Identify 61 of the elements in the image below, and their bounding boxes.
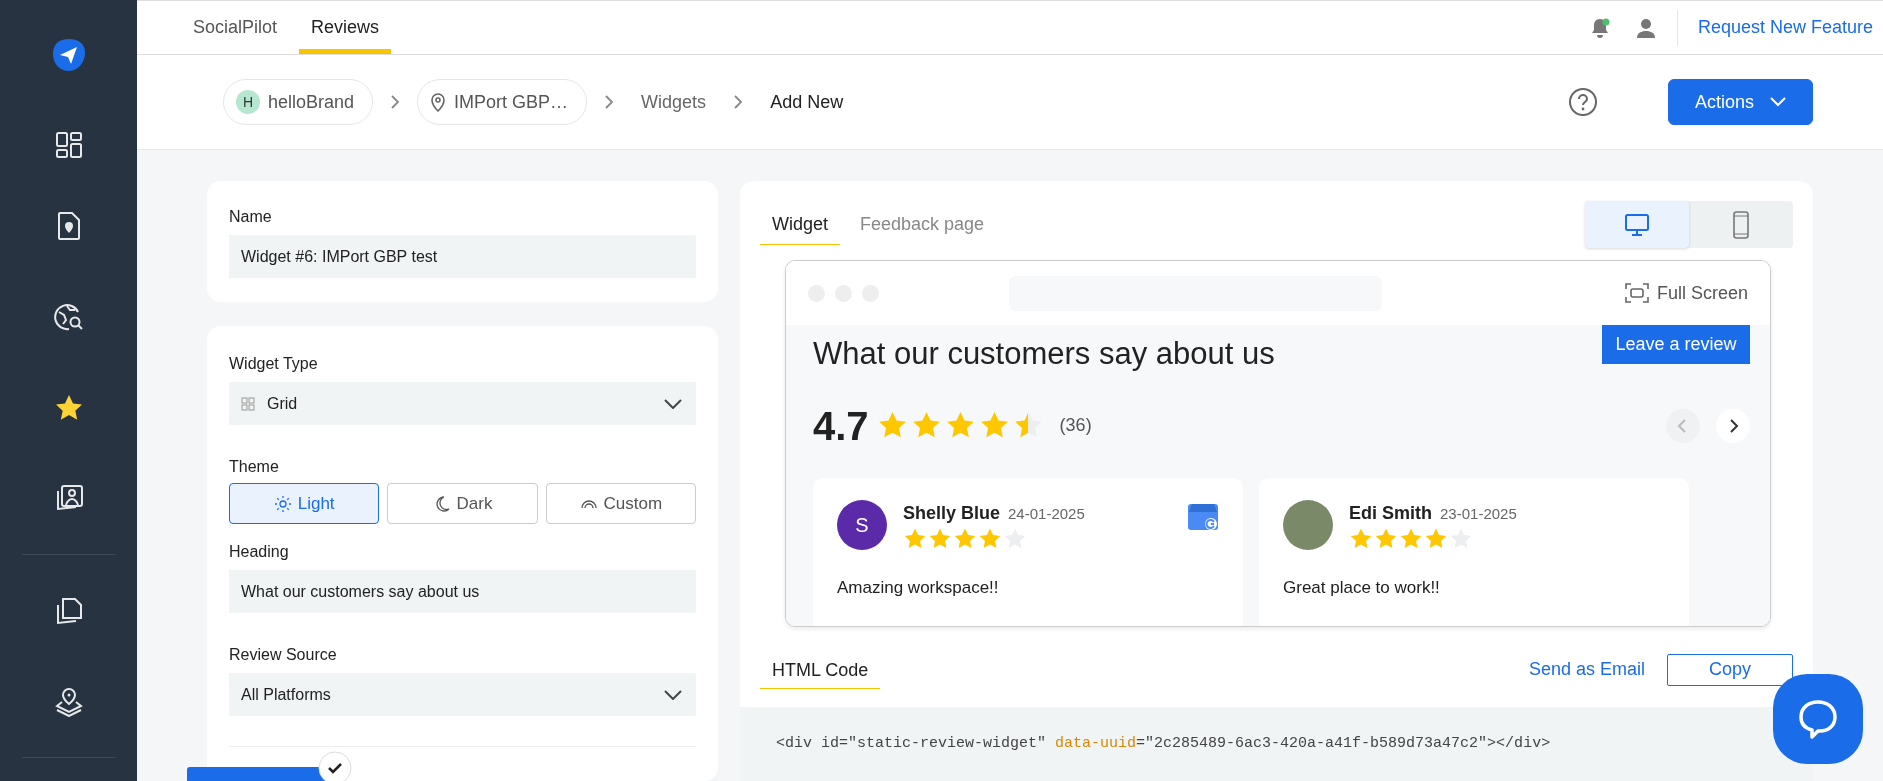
code-snippet: <div id="static-review-widget" data-uuid="2c285489-6ac3-420a-a41f-b589d73a47c2"></div>	[776, 734, 1551, 752]
heading-input[interactable]: What our customers say about us	[229, 570, 696, 613]
full-screen-icon[interactable]	[1624, 283, 1649, 303]
field-label: Name	[229, 207, 273, 227]
name-input[interactable]: Widget #6: IMPort GBP test	[229, 235, 696, 278]
grid-icon	[241, 396, 255, 411]
chat-icon	[1796, 697, 1840, 741]
chevron-right-icon	[732, 94, 745, 110]
send-email-link[interactable]: Send as Email	[1528, 656, 1645, 683]
request-feature-link[interactable]: Request New Feature	[1697, 14, 1873, 41]
phone-icon	[1732, 210, 1750, 239]
field-label: Review Source	[229, 645, 338, 665]
avatar-photo-placeholder	[1283, 499, 1333, 550]
brand-selector[interactable]: H helloBrand	[223, 79, 374, 125]
reviewer-name: Shelly Blue	[903, 501, 1001, 525]
theme-option[interactable]: Dark	[387, 483, 538, 524]
review-count: (36)	[1059, 414, 1092, 437]
copy-button[interactable]: Copy	[1667, 653, 1793, 686]
location-selector[interactable]: IMPort GBP…	[417, 79, 588, 125]
actions-button[interactable]: Actions	[1667, 79, 1813, 125]
field-label: Widget Type	[229, 354, 319, 374]
chevron-down-icon	[664, 689, 682, 700]
widget-heading: What our customers say about us	[813, 335, 1275, 373]
logo-icon[interactable]	[50, 37, 87, 73]
chevron-right-icon	[389, 94, 402, 110]
desktop-view-button[interactable]	[1585, 201, 1689, 248]
chevron-down-icon	[664, 398, 682, 409]
full-screen-link[interactable]: Full Screen	[1656, 279, 1748, 307]
location-pin-icon	[430, 92, 447, 112]
review-date: 24-01-2025	[1008, 503, 1085, 524]
chevron-down-icon	[1770, 97, 1786, 107]
top-tab[interactable]: Reviews	[299, 1, 392, 54]
html-code-tab[interactable]: HTML Code	[760, 650, 881, 689]
monitor-icon	[1624, 212, 1650, 237]
preview-tab[interactable]: Feedback page	[848, 204, 997, 245]
chevron-right-icon	[603, 94, 616, 110]
bottom-button[interactable]	[187, 767, 327, 781]
rating-value: 4.7	[813, 402, 869, 450]
globe-search-icon[interactable]	[53, 301, 84, 332]
review-text: Amazing workspace!!	[837, 576, 1000, 599]
review-source-select[interactable]: All Platforms	[229, 673, 696, 716]
help-icon[interactable]	[1567, 87, 1598, 117]
dashboard-icon[interactable]	[53, 130, 84, 160]
widget-type-select[interactable]: Grid	[229, 382, 696, 425]
user-icon[interactable]	[1634, 16, 1657, 39]
top-tab[interactable]: SocialPilot	[181, 1, 290, 54]
sun-icon	[273, 494, 292, 513]
field-label: Heading	[229, 542, 290, 562]
breadcrumb-link[interactable]: Widgets	[641, 88, 707, 116]
preview-tab[interactable]: Widget	[760, 204, 841, 245]
field-label: Theme	[229, 457, 280, 477]
leave-review-button[interactable]: Leave a review	[1602, 325, 1750, 364]
review-date: 23-01-2025	[1440, 503, 1517, 524]
layers-pin-icon[interactable]	[53, 686, 84, 717]
review-text: Great place to work!!	[1283, 576, 1441, 599]
theme-option[interactable]: Custom	[545, 483, 696, 524]
reviewer-name: Edi Smith	[1349, 501, 1432, 525]
theme-option[interactable]: Light	[229, 483, 380, 524]
breadcrumb-current: Add New	[770, 90, 844, 114]
brand-initial-avatar: H	[236, 90, 260, 114]
avatar-initial: S	[837, 499, 887, 550]
